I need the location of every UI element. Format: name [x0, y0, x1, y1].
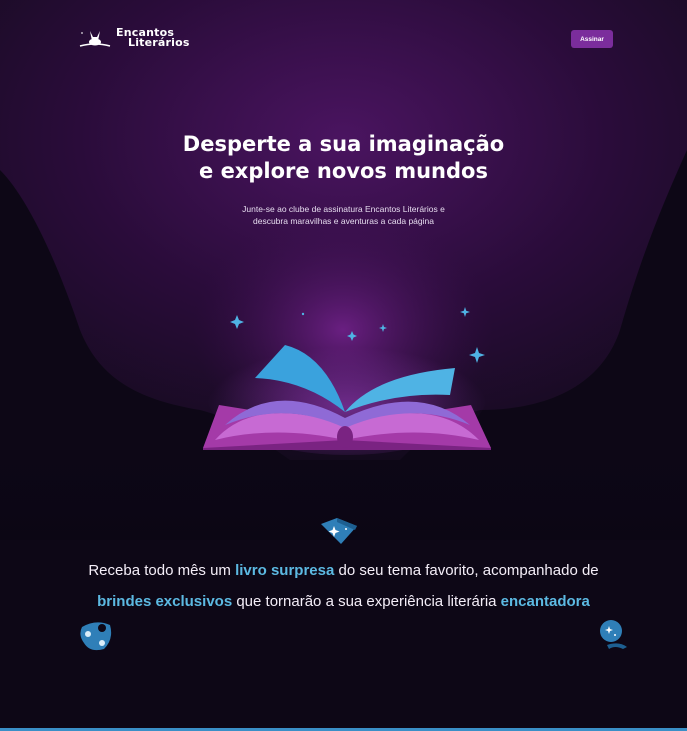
hero-title-line1: Desperte a sua imaginação	[182, 132, 505, 156]
highlight-exclusive-gifts: brindes exclusivos	[97, 593, 233, 610]
feature-line1: Receba todo mês um livro surpresa do seu…	[0, 555, 687, 586]
hero-subtitle-line1: Junte-se ao clube de assinatura Encantos…	[242, 204, 445, 214]
logo-line2: Literários	[128, 36, 190, 49]
hero-subtitle-line2: descubra maravilhas e aventuras a cada p…	[253, 216, 434, 226]
hero-subtitle: Junte-se ao clube de assinatura Encantos…	[0, 203, 687, 227]
feature-line2: brindes exclusivos que tornarão a sua ex…	[0, 586, 687, 617]
logo-wordmark: Encantos Literários	[116, 27, 190, 49]
hero-title: Desperte a sua imaginação e explore novo…	[0, 131, 687, 185]
rabbit-icon	[79, 31, 111, 47]
sparkle-icon	[460, 307, 470, 317]
open-book-illustration	[203, 307, 491, 455]
hero-title-line2: e explore novos mundos	[199, 159, 488, 183]
sparkle-icon	[469, 347, 485, 363]
feature-description: Receba todo mês um livro surpresa do seu…	[0, 555, 687, 617]
crystal-ball-icon	[600, 620, 627, 649]
highlight-enchanting: encantadora	[500, 593, 590, 610]
magic-book-icon	[321, 518, 357, 544]
potion-palette-icon	[80, 622, 112, 651]
brand-logo[interactable]: Encantos Literários	[78, 27, 190, 49]
subscribe-button[interactable]: Assinar	[571, 30, 613, 48]
feature-text-segment: que tornarão a sua experiência literária	[232, 593, 501, 610]
sparkle-icon	[379, 324, 387, 332]
feature-text-segment: do seu tema favorito, acompanhado de	[334, 562, 599, 579]
feature-text-segment: Receba todo mês um	[88, 562, 236, 579]
highlight-surprise-book: livro surpresa	[235, 562, 335, 579]
sparkle-icon	[230, 315, 244, 329]
